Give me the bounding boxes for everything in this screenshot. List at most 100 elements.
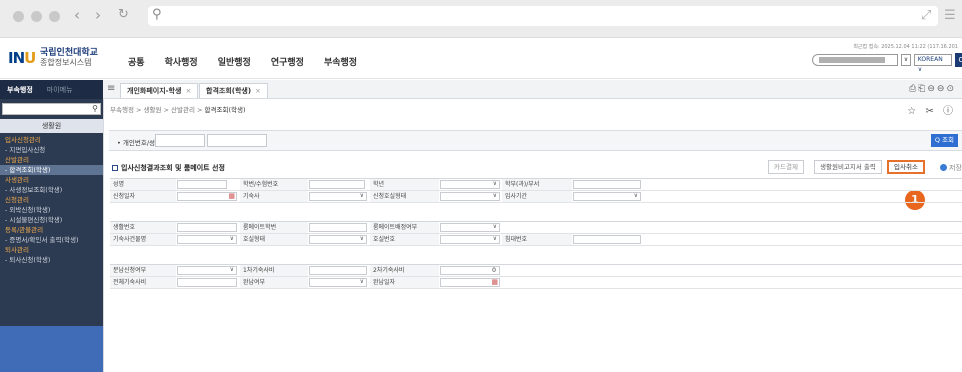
logout-icon[interactable]: O bbox=[954, 53, 962, 67]
content-tabs-bar: ≡ 개인화페이지-학생 × 합격조회(학생) × ⎙⎗⊖⊖⊙ bbox=[103, 80, 962, 99]
reload-icon[interactable]: ↻ bbox=[118, 7, 129, 23]
sidebar-category[interactable]: 신청관리 bbox=[0, 195, 103, 205]
tab-label: 개인화페이지-학생 bbox=[127, 87, 182, 95]
label-room-number: 호실번호 bbox=[370, 234, 439, 245]
sidebar-category[interactable]: 입사신청관리 bbox=[0, 135, 103, 145]
breadcrumb-path: 부속행정 > 생활원 > 산발관리 > bbox=[110, 106, 205, 114]
form-row: 성명 학번/수험번호 학년 학부(과)/부서 bbox=[110, 179, 962, 191]
label-building: 기숙사건물명 bbox=[110, 234, 176, 245]
cancel-admission-button[interactable]: 입사취소 bbox=[887, 160, 925, 174]
sidebar-category[interactable]: 사생관리 bbox=[0, 175, 103, 185]
logo-text: 국립인천대학교 종합정보시스템 bbox=[40, 48, 98, 68]
print-invoice-button[interactable]: 생활원비고지서 출력 bbox=[814, 160, 882, 174]
hamburger-icon[interactable]: ≡ bbox=[107, 83, 115, 94]
dormitory-select[interactable] bbox=[309, 192, 367, 201]
label-roommate-assigned: 룸메이트배정여부 bbox=[370, 222, 439, 233]
label-installment: 분납신청여부 bbox=[110, 265, 176, 276]
user-dropdown[interactable]: ∨ bbox=[901, 54, 911, 66]
room-form-select[interactable] bbox=[309, 235, 367, 244]
menu-research[interactable]: 연구행정 bbox=[271, 55, 304, 68]
label-roommate-id: 룸메이트학번 bbox=[240, 222, 308, 233]
expand-icon[interactable]: ⤢ bbox=[921, 8, 931, 23]
window-controls bbox=[13, 11, 60, 22]
menu-icon[interactable]: ☰ bbox=[944, 8, 956, 23]
label-life-number: 생활번호 bbox=[110, 222, 176, 233]
sidebar-item[interactable]: - 시설불편신청(학생) bbox=[0, 215, 103, 225]
life-number-value bbox=[177, 223, 237, 232]
close-icon[interactable]: × bbox=[185, 87, 191, 95]
personal-id-field[interactable] bbox=[155, 134, 205, 147]
paid-date-field[interactable]: ▦ bbox=[440, 278, 500, 287]
calendar-icon[interactable]: ▦ bbox=[228, 192, 235, 200]
grade-select[interactable] bbox=[440, 180, 500, 189]
label-total-fee: 전체기숙사비 bbox=[110, 277, 176, 288]
sidebar-category[interactable]: 퇴사관리 bbox=[0, 245, 103, 255]
building-select[interactable] bbox=[177, 235, 237, 244]
card-payment-button[interactable]: 카드결제 bbox=[768, 160, 804, 174]
user-field[interactable] bbox=[812, 54, 899, 66]
form-group-applicant: 성명 학번/수험번호 학년 학부(과)/부서 신청일자 ▦ 기숙사 신청호실형태… bbox=[110, 178, 962, 203]
minimize-window-button[interactable] bbox=[31, 11, 42, 22]
menu-general[interactable]: 일반행정 bbox=[218, 55, 251, 68]
label-room-type: 신청호실형태 bbox=[370, 191, 439, 202]
menu-common[interactable]: 공통 bbox=[128, 55, 145, 68]
forward-icon[interactable]: › bbox=[95, 7, 101, 23]
tab-label: 합격조회(학생) bbox=[206, 87, 252, 95]
save-button[interactable]: 저장 bbox=[940, 163, 962, 173]
apply-date-field[interactable]: ▦ bbox=[177, 192, 237, 201]
address-bar[interactable]: ⚲ bbox=[148, 6, 938, 26]
last-login-info: 최근접 접속: 2025.12.04 11:22 (117.16.201 bbox=[853, 44, 958, 50]
divider bbox=[103, 80, 104, 372]
search-button[interactable]: Q 조회 bbox=[930, 134, 958, 147]
label-second-fee: 2차기숙사비 bbox=[370, 265, 439, 276]
back-icon[interactable]: ‹ bbox=[74, 7, 80, 23]
tab-personal-page[interactable]: 개인화페이지-학생 × bbox=[120, 83, 199, 98]
search-icon: ⚲ bbox=[152, 7, 162, 22]
tab-admission-result[interactable]: 합격조회(학생) × bbox=[199, 83, 268, 98]
search-icon[interactable]: ⚲ bbox=[92, 104, 98, 114]
menu-affiliated[interactable]: 부속행정 bbox=[324, 55, 357, 68]
menu-academic[interactable]: 학사행정 bbox=[165, 55, 198, 68]
maximize-window-button[interactable] bbox=[49, 11, 60, 22]
tab-toolbar-icons[interactable]: ⎙⎗⊖⊖⊙ bbox=[909, 84, 956, 94]
sidebar-item[interactable]: - 증명서/확인서 출력(학생) bbox=[0, 235, 103, 245]
sidebar-category[interactable]: 산발관리 bbox=[0, 155, 103, 165]
sidebar-footer bbox=[0, 326, 103, 372]
form-group-payment: 분납신청여부 1차기숙사비 2차기숙사비 0 전체기숙사비 완납여부 완납일자 … bbox=[110, 264, 962, 289]
close-window-button[interactable] bbox=[13, 11, 24, 22]
label-grade: 학년 bbox=[370, 179, 439, 190]
sidebar-title: 생활원 bbox=[0, 119, 103, 133]
sidebar-search-input[interactable]: ⚲ bbox=[2, 103, 101, 115]
sidebar-category[interactable]: 등록/관불관리 bbox=[0, 225, 103, 235]
paid-status-select[interactable] bbox=[309, 278, 367, 287]
form-row: 분납신청여부 1차기숙사비 2차기숙사비 0 bbox=[110, 265, 962, 277]
calendar-icon[interactable]: ▦ bbox=[491, 278, 498, 286]
sidebar-item[interactable]: - 합격조회(학생) bbox=[0, 165, 103, 175]
sidebar-item[interactable]: - 퇴사신청(학생) bbox=[0, 255, 103, 265]
sidebar-tab-affiliated[interactable]: 부속행정 bbox=[0, 85, 40, 95]
sidebar-tab-mymenu[interactable]: 마이메뉴 bbox=[40, 85, 80, 95]
close-icon[interactable]: × bbox=[255, 87, 261, 95]
sidebar-item[interactable]: - 외박신청(학생) bbox=[0, 205, 103, 215]
room-type-select[interactable] bbox=[440, 192, 500, 201]
period-select[interactable] bbox=[573, 192, 641, 201]
check-icon bbox=[940, 164, 947, 171]
sidebar: 부속행정 마이메뉴 ⚲ 생활원 입사신청관리 - 지면입사신청 산발관리 - 합격조회… bbox=[0, 80, 103, 372]
language-value: KOREAN bbox=[917, 56, 943, 63]
language-select[interactable]: KOREAN ∨ bbox=[913, 54, 952, 73]
university-logo[interactable]: INU bbox=[8, 49, 36, 67]
browser-toolbar: ‹ › ↻ ⚲ ⤢ ☰ bbox=[0, 0, 962, 38]
room-number-select[interactable] bbox=[440, 235, 500, 244]
form-row: 신청일자 ▦ 기숙사 신청호실형태 입사기간 bbox=[110, 191, 962, 203]
label-bed-number: 침대번호 bbox=[502, 234, 572, 245]
section-title-text: 입사신청결과조회 및 룸메이트 선정 bbox=[121, 164, 225, 172]
installment-select[interactable] bbox=[177, 266, 237, 275]
roommate-id-field[interactable] bbox=[309, 223, 367, 232]
name-field[interactable] bbox=[207, 134, 267, 147]
label-department: 학부(과)/부서 bbox=[502, 179, 572, 190]
roommate-assigned-select[interactable] bbox=[440, 223, 500, 232]
sidebar-item[interactable]: - 사생정보조회(학생) bbox=[0, 185, 103, 195]
sidebar-item[interactable]: - 지면입사신청 bbox=[0, 145, 103, 155]
label-dormitory: 기숙사 bbox=[240, 191, 308, 202]
page-action-icons[interactable]: ☆ ✂ ⓘ bbox=[907, 102, 956, 117]
